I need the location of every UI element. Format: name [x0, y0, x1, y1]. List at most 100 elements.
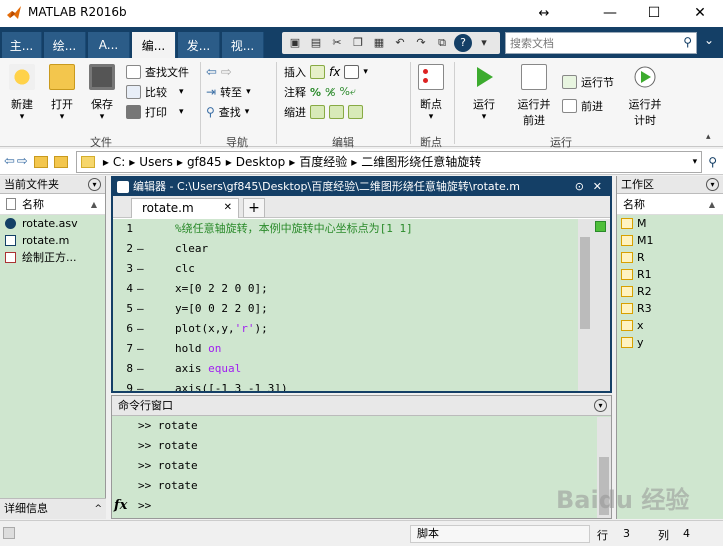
print-button[interactable]: 打印 ▾ — [126, 102, 202, 122]
breakpoint-marker[interactable]: — — [137, 339, 144, 359]
tab-editor[interactable]: 编... — [132, 32, 176, 58]
run-button[interactable]: 运行 ▾ — [464, 64, 504, 122]
function-browser-icon[interactable]: fx — [114, 496, 127, 516]
fx-icon[interactable]: fx — [329, 65, 340, 79]
breakpoints-button[interactable]: 断点 ▾ — [414, 64, 448, 122]
increase-indent-icon[interactable] — [329, 105, 344, 119]
workspace-variable[interactable]: R1 — [617, 266, 723, 283]
copy-icon[interactable]: ❐ — [349, 34, 367, 52]
insert-section-icon[interactable] — [344, 65, 360, 79]
close-button[interactable]: ✕ — [680, 0, 720, 26]
new-button[interactable]: 新建 ▾ — [6, 64, 38, 122]
tab-view[interactable]: 视... — [222, 32, 264, 58]
run-section-button[interactable]: 运行节 — [562, 72, 622, 92]
workspace-variable[interactable]: x — [617, 317, 723, 334]
decrease-indent-icon[interactable] — [348, 105, 363, 119]
tab-publish[interactable]: 发... — [178, 32, 220, 58]
comment-label[interactable]: 注释 — [284, 84, 306, 100]
minimize-button[interactable]: — — [590, 0, 630, 26]
back-forward-buttons[interactable]: ⇦ ⇨ — [206, 62, 270, 82]
tab-plots[interactable]: 绘... — [44, 32, 86, 58]
forward-icon[interactable]: ⇨ — [17, 154, 28, 169]
breadcrumb-drive[interactable]: C: — [113, 155, 125, 169]
code-editor[interactable]: 1 %绕任意轴旋转，本例中旋转中心坐标点为[1 1] 2— clear 3— clc … — [113, 219, 578, 391]
insert-label[interactable]: 插入 — [284, 64, 306, 80]
paste-icon[interactable]: ▦ — [370, 34, 388, 52]
breakpoint-marker[interactable]: — — [137, 319, 144, 339]
name-column-header[interactable]: 名称 ▲ — [0, 194, 105, 215]
insert-icon[interactable] — [310, 65, 325, 79]
up-folder-icon[interactable] — [33, 155, 48, 168]
add-tab-button[interactable]: + — [243, 198, 265, 218]
layout-icon[interactable]: ▣ — [286, 34, 304, 52]
breadcrumb-desktop[interactable]: Desktop — [236, 155, 286, 169]
editor-scroll-thumb[interactable] — [580, 237, 590, 329]
redo-icon[interactable]: ↷ — [412, 34, 430, 52]
breakpoint-marker[interactable]: — — [137, 259, 144, 279]
command-window[interactable]: 命令行窗口 ▾ >> rotate >> rotate >> rotate >>… — [111, 395, 612, 519]
find-files-button[interactable]: 查找文件 — [126, 62, 202, 82]
smart-indent-icon[interactable] — [310, 105, 325, 119]
workspace-actions-icon[interactable]: ▾ — [706, 178, 719, 191]
workspace-variable[interactable]: M — [617, 215, 723, 232]
run-and-advance-button[interactable]: 运行并 前进 — [512, 64, 556, 128]
breadcrumb-folder[interactable]: 百度经验 — [299, 153, 347, 170]
workspace-variable[interactable]: M1 — [617, 232, 723, 249]
browse-folder-icon[interactable] — [53, 155, 68, 168]
open-button[interactable]: 打开 ▾ — [46, 64, 78, 122]
command-window-actions-icon[interactable]: ▾ — [594, 399, 607, 412]
breakpoint-marker[interactable]: — — [137, 299, 144, 319]
details-panel-header[interactable]: 详细信息 ^ — [0, 498, 106, 519]
uncomment-icon[interactable]: %̸ — [325, 86, 335, 99]
workspace-variable[interactable]: R — [617, 249, 723, 266]
quick-access-dropdown-icon[interactable]: ▾ — [475, 34, 493, 52]
path-dropdown-icon[interactable]: ▾ — [693, 157, 698, 167]
help-icon[interactable]: ? — [454, 34, 472, 52]
breadcrumb-subfolder[interactable]: 二维图形绕任意轴旋转 — [361, 153, 481, 170]
ribbon-collapse-icon[interactable]: ⌄ — [700, 33, 718, 53]
search-icon[interactable]: ⚲ — [683, 35, 692, 49]
editor-scrollbar[interactable] — [578, 219, 592, 391]
editor-tab-close-icon[interactable]: ✕ — [224, 199, 232, 217]
editor-actions-icon[interactable]: ⊙ — [575, 178, 584, 196]
command-prompt-line[interactable]: fx >> — [112, 496, 611, 516]
switch-window-icon[interactable]: ⧉ — [433, 34, 451, 52]
comment-icon[interactable]: % — [310, 86, 321, 99]
indent-label[interactable]: 缩进 — [284, 104, 306, 120]
compare-button[interactable]: 比较 ▾ — [126, 82, 202, 102]
path-field[interactable]: ▸ C: ▸ Users ▸ gf845 ▸ Desktop ▸ 百度经验 ▸ … — [75, 150, 703, 173]
panel-actions-icon[interactable]: ▾ — [88, 178, 101, 191]
advance-button[interactable]: 前进 — [562, 96, 622, 116]
breakpoint-marker[interactable]: — — [137, 239, 144, 259]
cut-icon[interactable]: ✂ — [328, 34, 346, 52]
workspace-variable[interactable]: R2 — [617, 283, 723, 300]
save-icon[interactable]: ▤ — [307, 34, 325, 52]
find-button[interactable]: ⚲ 查找 ▾ — [206, 102, 270, 122]
goto-button[interactable]: ⇥ 转至 ▾ — [206, 82, 270, 102]
ribbon-collapse-arrow-icon[interactable]: ▴ — [706, 132, 711, 142]
maximize-button[interactable]: ☐ — [634, 0, 674, 26]
code-analyzer-status-icon[interactable] — [595, 221, 606, 232]
editor-close-icon[interactable]: ✕ — [593, 178, 602, 196]
editor-tab[interactable]: rotate.m ✕ — [131, 198, 239, 218]
back-icon[interactable]: ⇦ — [4, 154, 15, 169]
workspace-variable[interactable]: R3 — [617, 300, 723, 317]
resize-icon[interactable]: ↔ — [524, 0, 564, 26]
breakpoint-marker[interactable]: — — [137, 359, 144, 379]
tab-home[interactable]: 主... — [2, 32, 42, 58]
path-search-icon[interactable]: ⚲ — [708, 155, 717, 169]
list-item[interactable]: rotate.m — [0, 232, 105, 249]
run-and-time-button[interactable]: 运行并 计时 — [624, 64, 666, 128]
undo-icon[interactable]: ↶ — [391, 34, 409, 52]
save-button[interactable]: 保存 ▾ — [86, 64, 118, 122]
breakpoint-marker[interactable]: — — [137, 279, 144, 299]
breakpoint-marker[interactable]: — — [137, 379, 144, 391]
search-documentation-input[interactable]: 搜索文档 ⚲ — [505, 32, 697, 54]
breadcrumb-users[interactable]: Users — [139, 155, 173, 169]
breadcrumb-user[interactable]: gf845 — [187, 155, 222, 169]
insert-dropdown-icon[interactable]: ▾ — [363, 67, 368, 77]
wrap-comment-icon[interactable]: %⤶ — [339, 85, 356, 99]
workspace-name-column-header[interactable]: 名称 ▲ — [617, 194, 723, 215]
list-item[interactable]: rotate.asv — [0, 215, 105, 232]
details-expand-icon[interactable]: ^ — [94, 499, 102, 519]
